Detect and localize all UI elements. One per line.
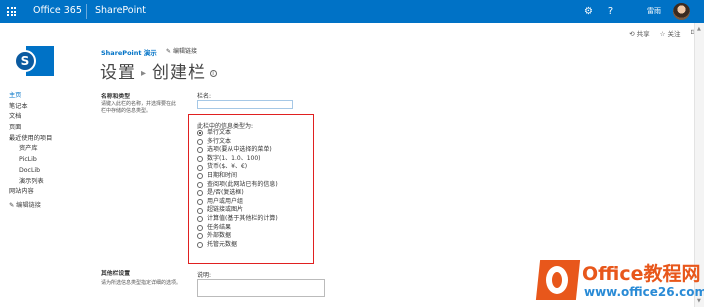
radio-icon[interactable] xyxy=(197,207,203,214)
quick-launch-nav: 主页 笔记本 文档 页面 最近使用的项目 资产库 PicLib DocLib 演… xyxy=(9,91,52,212)
type-option[interactable]: 货币($、¥、€) xyxy=(197,163,278,172)
nav-item-asset-library[interactable]: 资产库 xyxy=(9,144,52,155)
other-settings-desc: 请为所选信息类型指定详细的选项。 xyxy=(101,280,182,286)
page-title: 设置 ▸ 创建栏 i xyxy=(100,58,218,83)
edit-links-top[interactable]: ✎ 编辑链接 xyxy=(166,46,197,55)
column-name-label: 栏名: xyxy=(197,93,212,100)
info-icon[interactable]: i xyxy=(210,69,218,77)
nav-item-home[interactable]: 主页 xyxy=(9,91,52,102)
description-textarea[interactable] xyxy=(197,279,325,297)
nav-item-site-contents[interactable]: 网站内容 xyxy=(9,187,52,198)
gear-icon[interactable]: ⚙ xyxy=(578,0,599,23)
share-label: 共享 xyxy=(636,30,650,38)
type-option[interactable]: 外部数据 xyxy=(197,232,278,241)
app-launcher-icon[interactable] xyxy=(0,0,23,23)
nav-item-piclib[interactable]: PicLib xyxy=(9,155,52,166)
name-type-section-desc: 请键入此栏的名称，并选择要在此栏中存储的信息类型。 xyxy=(101,101,177,114)
type-option-label: 单行文本 xyxy=(207,129,232,136)
type-option-label: 日期和时间 xyxy=(207,171,238,179)
title-create-column: 创建栏 xyxy=(152,63,207,83)
type-option-label: 任务结果 xyxy=(207,223,232,231)
type-option-label: 货币($、¥、€) xyxy=(207,163,248,171)
type-option[interactable]: 单行文本 xyxy=(197,129,278,138)
radio-icon[interactable] xyxy=(197,147,203,154)
nav-edit-links[interactable]: ✎ 编辑链接 xyxy=(9,201,52,212)
type-option[interactable]: 计算值(基于其他栏的计算) xyxy=(197,215,278,224)
type-option[interactable]: 日期和时间 xyxy=(197,172,278,181)
watermark-title: Office教程网 xyxy=(582,263,701,285)
radio-icon[interactable] xyxy=(197,233,203,240)
watermark: Office教程网 www.office26.com xyxy=(535,258,704,304)
type-option[interactable]: 超链接或图片 xyxy=(197,206,278,215)
type-option-label: 选项(要从中选择的菜单) xyxy=(207,146,272,154)
nav-item-notebook[interactable]: 笔记本 xyxy=(9,102,52,113)
scroll-up-icon[interactable]: ▲ xyxy=(697,26,701,32)
office365-brand[interactable]: Office 365 xyxy=(33,5,82,16)
type-option-label: 多行文本 xyxy=(207,137,232,145)
type-option[interactable]: 任务结果 xyxy=(197,224,278,233)
nav-item-demo-list[interactable]: 演示列表 xyxy=(9,177,52,188)
watermark-url: www.office26.com xyxy=(584,285,704,299)
type-option-label: 外部数据 xyxy=(207,232,232,240)
radio-icon[interactable] xyxy=(197,164,203,171)
follow-button[interactable]: ☆ 关注 xyxy=(660,28,681,38)
radio-icon[interactable] xyxy=(197,156,203,163)
breadcrumb-separator: ▸ xyxy=(141,67,148,79)
type-option[interactable]: 查阅项(此网站已有的信息) xyxy=(197,181,278,190)
radio-icon[interactable] xyxy=(197,130,203,137)
radio-icon[interactable] xyxy=(197,242,203,249)
radio-icon[interactable] xyxy=(197,138,203,145)
edit-links-label: 编辑链接 xyxy=(172,48,197,55)
type-option[interactable]: 托管元数据 xyxy=(197,241,278,250)
column-name-input[interactable] xyxy=(197,100,293,109)
sharepoint-app-link[interactable]: SharePoint xyxy=(95,5,146,16)
description-label: 说明: xyxy=(197,272,212,279)
suite-bar: Office 365 SharePoint ⚙ ? 雷雨 xyxy=(0,0,704,23)
radio-icon[interactable] xyxy=(197,190,203,197)
nav-item-doclib[interactable]: DocLib xyxy=(9,166,52,177)
type-option-label: 是/否(复选框) xyxy=(207,189,244,197)
radio-icon[interactable] xyxy=(197,216,203,223)
nav-item-documents[interactable]: 文档 xyxy=(9,112,52,123)
type-option-label: 查阅项(此网站已有的信息) xyxy=(207,180,278,188)
radio-icon[interactable] xyxy=(197,224,203,231)
radio-icon[interactable] xyxy=(197,181,203,188)
avatar[interactable] xyxy=(673,3,690,20)
nav-item-pages[interactable]: 页面 xyxy=(9,123,52,134)
follow-label: 关注 xyxy=(667,30,681,38)
share-button[interactable]: ⟲ 共享 xyxy=(629,28,650,38)
type-option[interactable]: 选项(要从中选择的菜单) xyxy=(197,146,278,155)
radio-icon[interactable] xyxy=(197,199,203,206)
suite-bar-divider xyxy=(86,4,87,19)
radio-icon[interactable] xyxy=(197,173,203,180)
other-settings-title: 其他栏设置 xyxy=(101,271,130,277)
name-type-section-title: 名称和类型 xyxy=(101,94,130,100)
question-icon[interactable]: ? xyxy=(600,0,621,23)
type-option-label: 托管元数据 xyxy=(207,240,238,248)
page-actions: ⟲ 共享 ☆ 关注 ⊡ xyxy=(629,28,696,38)
sharepoint-logo[interactable]: S xyxy=(14,46,54,76)
title-settings[interactable]: 设置 xyxy=(100,63,136,83)
office-logo-icon xyxy=(535,260,581,300)
site-title-link[interactable]: SharePoint 演示 xyxy=(101,47,157,57)
type-radio-group: 单行文本 多行文本 选项(要从中选择的菜单) 数字(1、1.0、100) 货币(… xyxy=(197,129,278,249)
nav-edit-links-label: 编辑链接 xyxy=(16,201,41,209)
user-name[interactable]: 雷雨 xyxy=(647,6,661,16)
type-option[interactable]: 多行文本 xyxy=(197,138,278,147)
type-option[interactable]: 是/否(复选框) xyxy=(197,189,278,198)
type-option-label: 超链接或图片 xyxy=(207,206,244,214)
nav-item-recent[interactable]: 最近使用的项目 xyxy=(9,134,52,145)
type-option-label: 计算值(基于其他栏的计算) xyxy=(207,214,278,222)
